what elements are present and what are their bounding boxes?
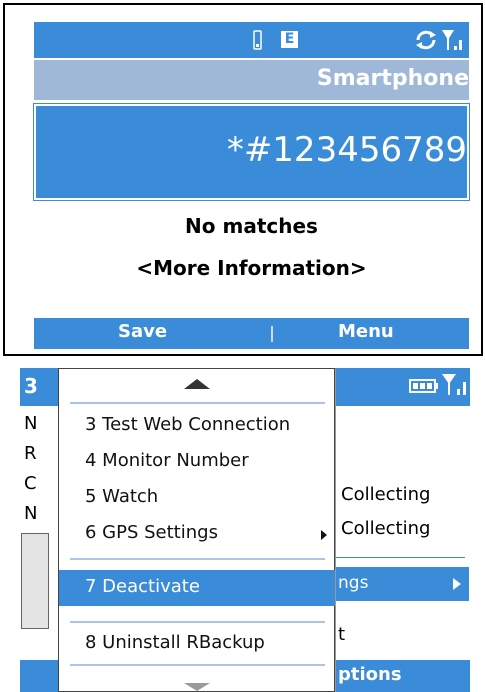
scroll-down-icon[interactable]: [183, 682, 211, 692]
submenu-item[interactable]: Collecting: [341, 518, 430, 539]
softkey-divider: [271, 326, 273, 342]
save-softkey[interactable]: Save: [118, 321, 167, 342]
menu-item-watch[interactable]: 5 Watch: [85, 486, 158, 507]
chevron-right-icon: [453, 578, 461, 590]
menu-separator: [70, 402, 325, 404]
list-item: C: [24, 473, 37, 494]
more-information-link[interactable]: <More Information>: [34, 256, 469, 280]
parent-menu-item[interactable]: t: [338, 624, 345, 645]
menu-separator: [70, 621, 325, 623]
status-bar: [34, 22, 469, 58]
list-item: N: [24, 503, 38, 524]
background-text-box: [21, 533, 49, 629]
page-title: Smartphone: [316, 66, 469, 91]
menu-item-test-web-connection[interactable]: 3 Test Web Connection: [85, 414, 290, 435]
submenu-item[interactable]: Collecting: [341, 484, 430, 505]
dial-input-value: *#123456789: [226, 130, 467, 170]
battery-full-icon: [409, 379, 438, 393]
menu-separator: [70, 558, 325, 560]
menu-separator: [70, 664, 325, 666]
signal-strength-icon: [442, 374, 466, 395]
menu-item-deactivate[interactable]: 7 Deactivate: [85, 576, 200, 597]
menu-separator: [335, 557, 465, 558]
list-item: R: [24, 443, 37, 464]
no-matches-text: No matches: [185, 214, 318, 238]
options-softkey[interactable]: ptions: [338, 664, 402, 685]
scroll-up-icon[interactable]: [183, 378, 211, 390]
softkey-bar: [34, 318, 469, 349]
sync-signal-icon: [416, 30, 462, 50]
chevron-right-icon: [321, 530, 327, 540]
edge-network-icon: E: [281, 31, 298, 48]
menu-softkey[interactable]: Menu: [338, 321, 394, 342]
menu-item-monitor-number[interactable]: 4 Monitor Number: [85, 450, 249, 471]
parent-menu-selected-label: ngs: [338, 573, 369, 593]
menu-item-gps-settings[interactable]: 6 GPS Settings: [85, 522, 218, 543]
menu-item-uninstall-rbackup[interactable]: 8 Uninstall RBackup: [85, 632, 265, 653]
status-time-partial: 3: [24, 374, 38, 398]
list-item: N: [24, 413, 38, 434]
battery-low-icon: [253, 30, 262, 50]
